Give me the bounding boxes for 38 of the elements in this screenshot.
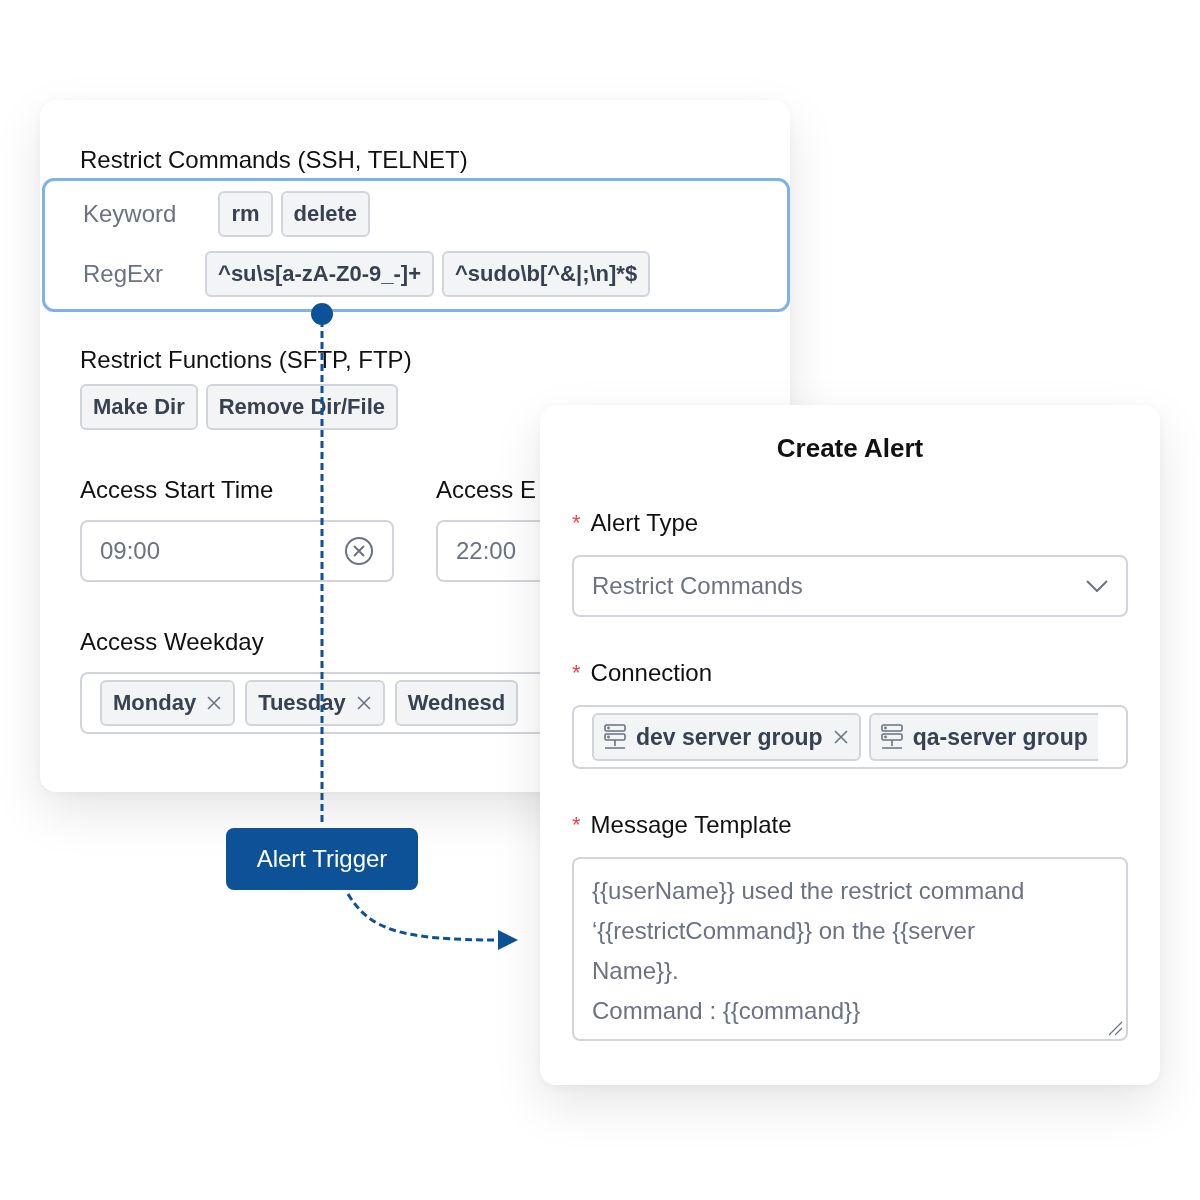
tag[interactable]: Monday [100,680,236,726]
clear-icon[interactable] [344,536,374,566]
field-label: Access Weekday [80,628,264,655]
field-label: Access Start Time [80,475,275,505]
row-label: Keyword [83,200,177,228]
field-label: Alert Type [590,508,699,538]
message-textarea[interactable]: {{userName}} used the restrict command ‘{{restrictCommand}} on the {{server Name}}. Command : {{command}} [572,857,1128,1041]
tag[interactable]: Tuesday [245,680,385,726]
time-field[interactable]: 09:00 [80,520,394,582]
tag[interactable]: dev server group [592,713,861,761]
tag[interactable]: Wednesd [394,680,519,726]
server-icon [880,724,903,750]
field-label: Connection [590,658,712,688]
close-icon[interactable] [355,695,372,711]
tag[interactable]: qa-server group [868,713,1098,761]
alert-type-select[interactable]: Restrict Commands [572,555,1128,617]
tag[interactable]: ^sudo\b[^&|;\n]*$ [442,251,651,297]
section-title: Restrict Commands (SSH, TELNET) [80,145,469,175]
required-mark: * [572,510,581,536]
field-label: Message Template [590,810,792,840]
close-icon[interactable] [206,695,223,711]
required-mark: * [572,812,581,838]
tag[interactable]: rm [218,191,273,237]
tag[interactable]: Remove Dir/File [205,384,398,430]
connection-field[interactable]: dev server group qa-server group [572,705,1128,769]
server-icon [604,724,626,750]
field-label: Access E [436,475,538,505]
row-label: RegExr [83,260,164,288]
alert-trigger-button[interactable]: Alert Trigger [226,828,418,890]
close-icon[interactable] [832,729,849,745]
required-mark: * [572,660,581,686]
tag[interactable]: Make Dir [80,384,198,430]
section-title: Restrict Functions (SFTP, FTP) [80,345,413,375]
resize-grip-icon[interactable] [1107,1020,1123,1036]
tag[interactable]: ^su\s[a-zA-Z0-9_-]+ [205,251,434,297]
chevron-down-icon [1086,580,1108,592]
tag[interactable]: delete [280,191,371,237]
dialog-title: Create Alert [775,432,925,465]
